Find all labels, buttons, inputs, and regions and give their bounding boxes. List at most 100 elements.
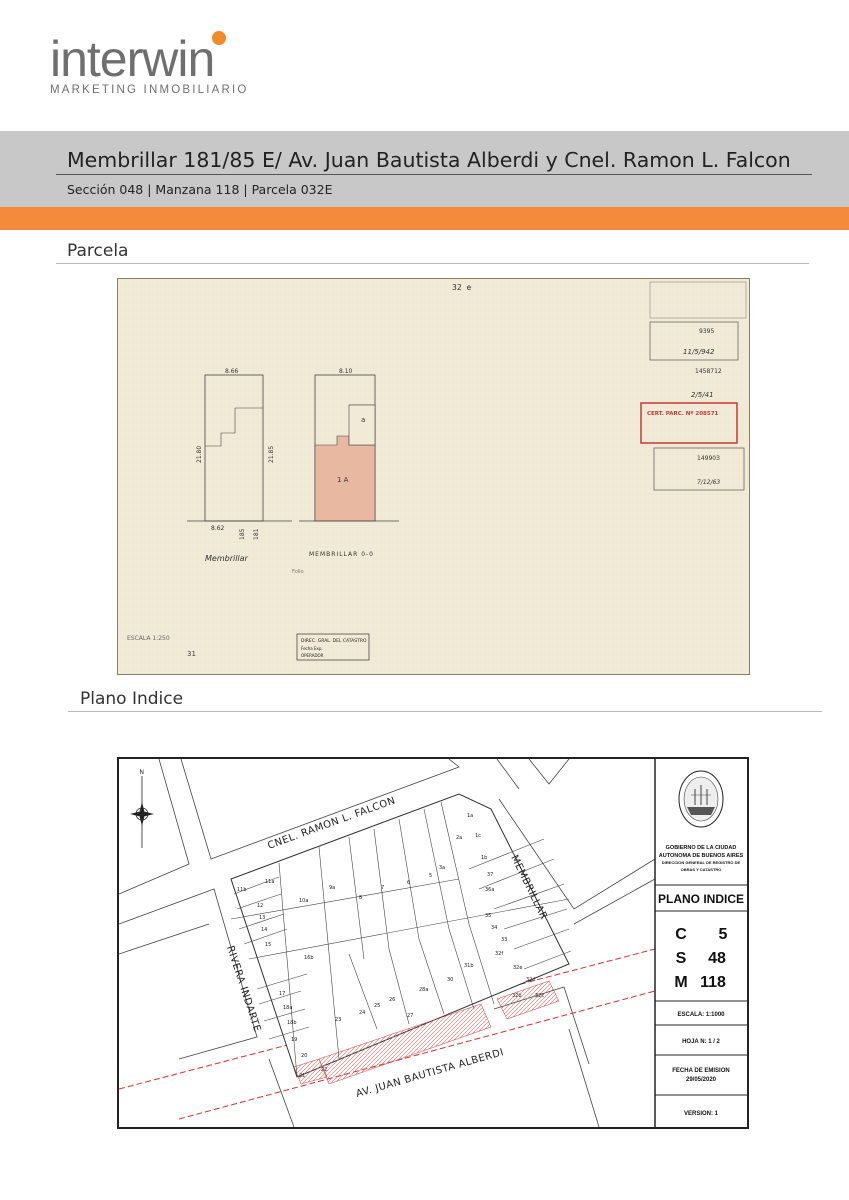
right-plot-lot-label: 1 A	[337, 476, 349, 484]
svg-text:11a: 11a	[265, 879, 274, 885]
c-value: 5	[719, 926, 728, 943]
svg-text:32d: 32d	[526, 977, 536, 983]
left-plot-side-dim-2: 21.85	[268, 446, 275, 463]
svg-text:23: 23	[335, 1017, 341, 1023]
m-value: 118	[700, 974, 726, 991]
svg-text:17: 17	[279, 991, 285, 997]
svg-text:10a: 10a	[299, 898, 308, 904]
svg-text:30: 30	[447, 977, 453, 983]
svg-text:16b: 16b	[304, 955, 314, 961]
svg-text:24: 24	[359, 1010, 365, 1016]
gov-line-3: DIRECCION GENERAL DE REGISTRO DE	[662, 860, 741, 865]
svg-text:32c: 32c	[535, 993, 544, 999]
svg-text:32e: 32e	[513, 965, 522, 971]
left-plot-number-185: 185	[239, 528, 246, 540]
svg-text:37: 37	[487, 872, 493, 878]
svg-text:36a: 36a	[485, 887, 494, 893]
parcela-scale: ESCALA 1:250	[127, 635, 170, 642]
stamp-2-number: 1458712	[695, 368, 722, 375]
left-plot-top-dim: 8.66	[225, 368, 239, 375]
svg-text:12: 12	[257, 903, 263, 909]
right-plot-lot-a: a	[361, 416, 365, 424]
left-plot-bottom-dim: 8.62	[211, 525, 225, 532]
version-label: VERSION: 1	[684, 1111, 719, 1117]
svg-text:32f: 32f	[495, 951, 503, 957]
c-label: C	[675, 926, 687, 943]
escala-label: ESCALA: 1:1000	[677, 1012, 725, 1018]
page-title: Membrillar 181/85 E/ Av. Juan Bautista A…	[67, 148, 791, 172]
s-label: S	[676, 950, 687, 967]
svg-text:35: 35	[485, 913, 491, 919]
stamp-1-number: 9395	[699, 328, 714, 335]
gov-line-2: AUTONOMA DE BUENOS AIRES	[659, 853, 744, 859]
svg-text:20: 20	[301, 1053, 307, 1059]
buenos-aires-coat-of-arms-icon	[678, 770, 724, 828]
logo-orange-dot	[212, 31, 226, 45]
parcela-cadastral-document: 32 e 8.66 21.80 21.85 8.62 185 181 Membr…	[117, 278, 750, 675]
left-street-label: Membrillar	[205, 554, 249, 563]
svg-text:31b: 31b	[464, 963, 474, 969]
stamp-1-date: 11/5/942	[683, 348, 715, 356]
header-orange-stripe	[0, 207, 849, 230]
section-rule-plano	[68, 711, 822, 712]
svg-text:6: 6	[407, 880, 410, 886]
catastro-stamp-line2: Fecha Exp.	[301, 646, 323, 651]
s-value: 48	[708, 950, 726, 967]
red-stamp-text: CERT. PARC. Nº 208571	[647, 410, 719, 417]
svg-text:21: 21	[299, 1073, 305, 1079]
fecha-emision-label: FECHA DE EMISION	[672, 1068, 729, 1074]
parcela-folio-label: Folio	[292, 569, 304, 575]
parcela-top-code: 32 e	[452, 283, 471, 292]
svg-text:25: 25	[374, 1003, 380, 1009]
stamp-2-date: 2/5/41	[691, 391, 714, 399]
svg-text:1b: 1b	[481, 855, 487, 861]
svg-text:26: 26	[389, 997, 395, 1003]
svg-text:22: 22	[321, 1067, 327, 1073]
svg-text:18a: 18a	[283, 1005, 292, 1011]
stamp-3-number: 149903	[697, 455, 720, 462]
section-title-plano: Plano Indice	[80, 689, 184, 709]
company-logo-wordmark: interwin	[50, 31, 215, 87]
svg-text:1a: 1a	[467, 813, 473, 819]
right-plot-top-dim: 8.10	[339, 368, 353, 375]
catastro-stamp-line3: OPERADOR	[301, 653, 324, 658]
plano-indice-title: PLANO INDICE	[658, 892, 744, 906]
plano-indice-drawing: 11b 11a 12 13 14 15 10a 9a 8 7 6 5 3a 2a…	[119, 759, 747, 1127]
section-rule-parcela	[56, 263, 809, 264]
company-logo-tagline: MARKETING INMOBILIARIO	[50, 84, 249, 96]
compass-rose-icon: N	[130, 769, 154, 848]
section-title-parcela: Parcela	[67, 241, 129, 261]
gov-line-1: GOBIERNO DE LA CIUDAD	[666, 845, 737, 851]
svg-text:33: 33	[501, 937, 507, 943]
svg-text:7: 7	[381, 885, 384, 891]
m-label: M	[674, 974, 687, 991]
svg-text:2a: 2a	[456, 835, 462, 841]
left-plot-number-181: 181	[253, 528, 260, 540]
street-west-label: RIVERA INDARTE	[224, 945, 262, 1034]
parcela-year: 31	[187, 650, 196, 658]
hoja-label: HOJA N: 1 / 2	[682, 1039, 720, 1045]
svg-text:15: 15	[265, 942, 271, 948]
svg-text:32b: 32b	[512, 993, 522, 999]
svg-text:8: 8	[359, 895, 362, 901]
title-underline	[56, 174, 812, 175]
fecha-emision-value: 29/05/2020	[686, 1077, 717, 1083]
svg-text:11b: 11b	[237, 887, 247, 893]
svg-text:28a: 28a	[419, 987, 428, 993]
svg-text:5: 5	[429, 873, 432, 879]
svg-text:1c: 1c	[475, 833, 481, 839]
svg-text:14: 14	[261, 927, 267, 933]
svg-text:13: 13	[259, 915, 265, 921]
page-subtitle: Sección 048 | Manzana 118 | Parcela 032E	[67, 182, 333, 197]
plano-indice-map: 11b 11a 12 13 14 15 10a 9a 8 7 6 5 3a 2a…	[117, 757, 749, 1129]
gov-line-4: OBRAS Y CATASTRO	[681, 867, 722, 872]
svg-text:34: 34	[491, 925, 497, 931]
left-plot-side-dim-1: 21.80	[196, 446, 203, 463]
right-street-label: MEMBRILLAR 0-0	[309, 551, 374, 558]
svg-text:27: 27	[407, 1013, 413, 1019]
catastro-stamp-line1: DIREC. GRAL. DEL CATASTRO	[301, 638, 367, 644]
stamp-3-date: 7/12/63	[697, 479, 720, 486]
svg-text:19: 19	[291, 1037, 297, 1043]
svg-text:18b: 18b	[287, 1020, 297, 1026]
svg-text:9a: 9a	[329, 885, 335, 891]
